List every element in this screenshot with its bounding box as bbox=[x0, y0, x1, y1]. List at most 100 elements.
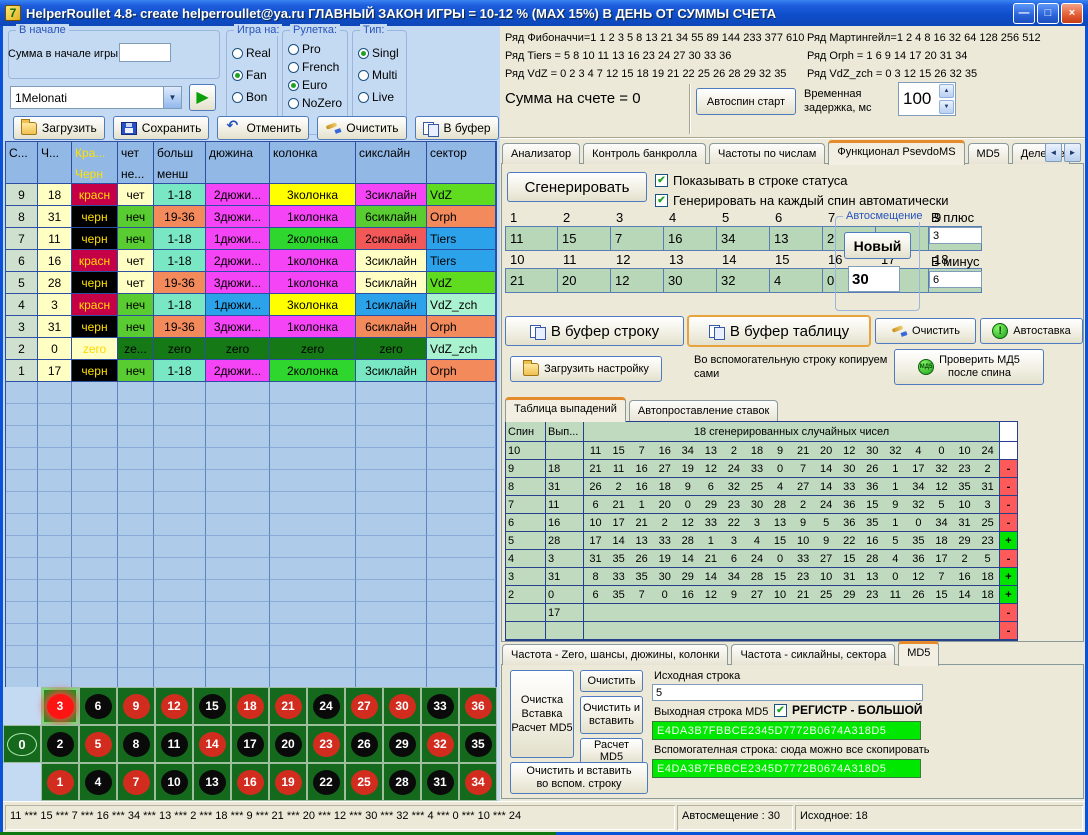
combobox-dropdown-button[interactable]: ▼ bbox=[163, 87, 181, 108]
tab-psevdoms[interactable]: Функционал PsevdoMS bbox=[828, 140, 964, 165]
md5-calc-button[interactable]: Расчет MD5 bbox=[580, 738, 643, 764]
tab-freq-zero-chances[interactable]: Частота - Zero, шансы, дюжины, колонки bbox=[502, 644, 728, 665]
board-cell-4[interactable]: 4 bbox=[79, 763, 117, 801]
autobet-button[interactable]: ! Автоставка bbox=[980, 318, 1083, 344]
load-button[interactable]: Загрузить bbox=[13, 116, 105, 140]
generate-every-spin-checkbox[interactable]: ✔ Генерировать на каждый спин автоматиче… bbox=[655, 193, 949, 208]
md5-output-field[interactable]: E4DA3B7FBBCE2345D7772B0674A318D5 bbox=[652, 721, 921, 740]
md5-clear-button[interactable]: Очистить bbox=[580, 670, 643, 692]
board-cell-21[interactable]: 21 bbox=[269, 687, 307, 725]
board-cell-27[interactable]: 27 bbox=[345, 687, 383, 725]
board-cell-28[interactable]: 28 bbox=[383, 763, 421, 801]
copy-buffer-button[interactable]: В буфер bbox=[415, 116, 499, 140]
generated-number: 3 bbox=[745, 517, 768, 529]
clear-insert-calc-md5-button[interactable]: Очистка Вставка Расчет MD5 bbox=[510, 670, 574, 758]
clear-button[interactable]: Очистить bbox=[317, 116, 406, 140]
tab-spins-table[interactable]: Таблица выпадений bbox=[505, 397, 626, 422]
history-header: чет bbox=[118, 142, 154, 164]
tab-bankroll-control[interactable]: Контроль банкролла bbox=[583, 143, 706, 164]
board-cell-1[interactable]: 1 bbox=[41, 763, 79, 801]
board-cell-6[interactable]: 6 bbox=[79, 687, 117, 725]
board-cell-14[interactable]: 14 bbox=[193, 725, 231, 763]
board-cell-23[interactable]: 23 bbox=[307, 725, 345, 763]
tab-md5-bottom[interactable]: MD5 bbox=[898, 641, 939, 666]
radio-option[interactable]: French bbox=[288, 60, 344, 74]
board-cell-18[interactable]: 18 bbox=[231, 687, 269, 725]
maximize-button[interactable]: □ bbox=[1037, 3, 1059, 24]
tab-analyzer[interactable]: Анализатор bbox=[502, 143, 580, 164]
tab-number-frequencies[interactable]: Частоты по числам bbox=[709, 143, 825, 164]
board-cell-22[interactable]: 22 bbox=[307, 763, 345, 801]
board-cell-36[interactable]: 36 bbox=[459, 687, 497, 725]
board-cell-33[interactable]: 33 bbox=[421, 687, 459, 725]
copy-row-to-buffer-button[interactable]: В буфер строку bbox=[505, 316, 684, 346]
radio-option[interactable]: Live bbox=[358, 90, 403, 104]
clear-generator-button[interactable]: Очистить bbox=[875, 318, 976, 344]
uppercase-checkbox[interactable]: ✔ РЕГИСТР - БОЛЬШОЙ bbox=[774, 703, 923, 717]
board-cell-13[interactable]: 13 bbox=[193, 763, 231, 801]
board-cell-19[interactable]: 19 bbox=[269, 763, 307, 801]
board-cell-32[interactable]: 32 bbox=[421, 725, 459, 763]
plus-input[interactable] bbox=[929, 227, 982, 244]
board-cell-17[interactable]: 17 bbox=[231, 725, 269, 763]
board-cell-30[interactable]: 30 bbox=[383, 687, 421, 725]
radio-option[interactable]: Multi bbox=[358, 68, 403, 82]
radio-option[interactable]: Pro bbox=[288, 42, 344, 56]
board-cell-12[interactable]: 12 bbox=[155, 687, 193, 725]
tab-md5[interactable]: MD5 bbox=[968, 143, 1009, 164]
title-bar[interactable]: 7 HelperRoullet 4.8- create helperroulle… bbox=[0, 0, 1088, 26]
board-cell-9[interactable]: 9 bbox=[117, 687, 155, 725]
board-cell-11[interactable]: 11 bbox=[155, 725, 193, 763]
md5-clear-insert-aux-button[interactable]: Очистить и вставить во вспом. строку bbox=[510, 762, 648, 794]
minus-input[interactable] bbox=[929, 271, 982, 288]
board-cell-31[interactable]: 31 bbox=[421, 763, 459, 801]
board-cell-20[interactable]: 20 bbox=[269, 725, 307, 763]
radio-option[interactable]: Bon bbox=[232, 90, 274, 104]
radio-option[interactable]: Fan bbox=[232, 68, 274, 82]
copy-table-to-buffer-button[interactable]: В буфер таблицу bbox=[688, 316, 870, 346]
check-md5-after-spin-button[interactable]: МД5 Проверить МД5 после спина bbox=[894, 349, 1044, 385]
load-settings-button[interactable]: Загрузить настройку bbox=[510, 356, 662, 382]
board-cell-3[interactable]: 3 bbox=[41, 687, 79, 725]
radio-option[interactable]: NoZero bbox=[288, 96, 344, 110]
undo-button[interactable]: Отменить bbox=[217, 116, 309, 140]
radio-option[interactable]: Euro bbox=[288, 78, 344, 92]
board-cell-0[interactable]: 0 bbox=[3, 725, 41, 763]
new-button[interactable]: Новый bbox=[844, 232, 911, 259]
generate-button[interactable]: Сгенерировать bbox=[507, 172, 647, 202]
board-cell-24[interactable]: 24 bbox=[307, 687, 345, 725]
autospin-start-button[interactable]: Автоспин старт bbox=[696, 88, 796, 115]
board-cell-15[interactable]: 15 bbox=[193, 687, 231, 725]
board-cell-2[interactable]: 2 bbox=[41, 725, 79, 763]
tab-scroll-left-button[interactable]: ◄ bbox=[1045, 143, 1062, 162]
board-cell-29[interactable]: 29 bbox=[383, 725, 421, 763]
board-cell-34[interactable]: 34 bbox=[459, 763, 497, 801]
autoshift-input[interactable] bbox=[848, 266, 900, 292]
board-cell-10[interactable]: 10 bbox=[155, 763, 193, 801]
tab-freq-sixlines-sectors[interactable]: Частота - сиклайны, сектора bbox=[731, 644, 895, 665]
close-button[interactable]: × bbox=[1061, 3, 1083, 24]
start-sum-input[interactable] bbox=[119, 43, 171, 62]
spinner-up-button[interactable]: ▲ bbox=[939, 84, 954, 98]
aux-string-field[interactable]: E4DA3B7FBBCE2345D7772B0674A318D5 bbox=[652, 759, 921, 778]
board-cell-35[interactable]: 35 bbox=[459, 725, 497, 763]
tab-auto-bets[interactable]: Автопроставление ставок bbox=[629, 400, 778, 421]
preset-combobox[interactable]: 1Melonati ▼ bbox=[10, 86, 182, 109]
board-cell-25[interactable]: 25 bbox=[345, 763, 383, 801]
source-string-input[interactable] bbox=[652, 684, 923, 701]
board-cell-5[interactable]: 5 bbox=[79, 725, 117, 763]
board-cell-26[interactable]: 26 bbox=[345, 725, 383, 763]
show-in-status-checkbox[interactable]: ✔ Показывать в строке статуса bbox=[655, 173, 848, 188]
spinner-down-button[interactable]: ▼ bbox=[939, 100, 954, 114]
radio-option[interactable]: Singl bbox=[358, 46, 403, 60]
board-cell-7[interactable]: 7 bbox=[117, 763, 155, 801]
tab-scroll-right-button[interactable]: ► bbox=[1064, 143, 1081, 162]
play-button[interactable]: ▶ bbox=[189, 84, 216, 111]
delay-spinner[interactable]: 100 ▲ ▼ bbox=[898, 82, 956, 116]
save-button[interactable]: Сохранить bbox=[113, 116, 210, 140]
board-cell-8[interactable]: 8 bbox=[117, 725, 155, 763]
md5-clear-insert-button[interactable]: Очистить и вставить bbox=[580, 696, 643, 734]
minimize-button[interactable]: — bbox=[1013, 3, 1035, 24]
board-cell-16[interactable]: 16 bbox=[231, 763, 269, 801]
radio-option[interactable]: Real bbox=[232, 46, 274, 60]
